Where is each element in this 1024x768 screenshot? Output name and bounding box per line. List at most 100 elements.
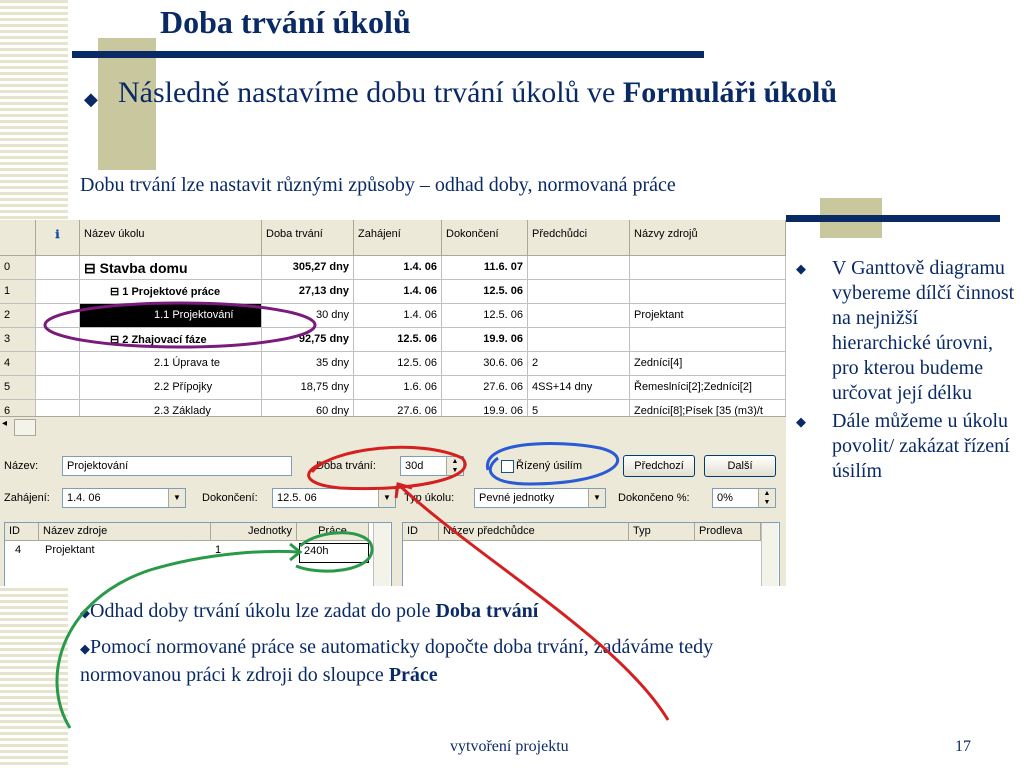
gantt-cell-info[interactable]: [36, 256, 80, 280]
gantt-cell-duration[interactable]: 305,27 dny: [262, 256, 354, 280]
gantt-cell-finish[interactable]: 11.6. 07: [442, 256, 528, 280]
pred-col-name[interactable]: Název předchůdce: [439, 523, 629, 541]
previous-button[interactable]: Předchozí: [623, 455, 695, 477]
gantt-cell-res[interactable]: Zedníci[4]: [630, 352, 786, 376]
slide-title: Doba trvání úkolů: [160, 4, 411, 40]
res-col-work[interactable]: Práce: [297, 523, 369, 541]
finish-date-field[interactable]: 12.5. 06 ▼: [272, 488, 396, 508]
gantt-cell-res[interactable]: [630, 280, 786, 304]
col-header-rownum[interactable]: [0, 220, 36, 256]
spinner-icon[interactable]: ▲ ▼: [446, 457, 463, 475]
effort-driven-label: Řízený úsilím: [516, 460, 583, 472]
task-form: Název: Projektování Doba trvání: 30d ▲ ▼ …: [0, 436, 786, 586]
next-button[interactable]: Další: [704, 455, 776, 477]
gantt-cell-pred[interactable]: [528, 280, 630, 304]
gantt-cell-pred[interactable]: [528, 328, 630, 352]
spinner-icon[interactable]: ▲ ▼: [758, 489, 775, 507]
res-col-name[interactable]: Název zdroje: [39, 523, 211, 541]
scrollbar-thumb[interactable]: [14, 419, 36, 436]
side-bullet: ◆ Dále můžeme u úkolu povolit/ zakázat ří…: [790, 409, 1020, 484]
col-header-resources[interactable]: Názvy zdrojů: [630, 220, 786, 256]
dropdown-arrow-icon[interactable]: ▼: [168, 489, 185, 507]
vertical-scrollbar[interactable]: [373, 523, 390, 586]
res-row-name[interactable]: Projektant: [41, 543, 99, 561]
gantt-cell-pred[interactable]: 2: [528, 352, 630, 376]
start-date-field[interactable]: 1.4. 06 ▼: [62, 488, 186, 508]
res-col-units[interactable]: Jednotky: [211, 523, 297, 541]
gantt-cell-res[interactable]: Projektant: [630, 304, 786, 328]
dropdown-arrow-icon[interactable]: ▼: [378, 489, 395, 507]
gantt-cell-duration[interactable]: 35 dny: [262, 352, 354, 376]
gantt-cell-info[interactable]: [36, 304, 80, 328]
col-header-predecessors[interactable]: Předchůdci: [528, 220, 630, 256]
pred-col-id[interactable]: ID: [403, 523, 439, 541]
gantt-cell-start[interactable]: 1.4. 06: [354, 280, 442, 304]
horizontal-scrollbar[interactable]: ◂: [0, 416, 786, 437]
note-2: ◆Pomocí normované práce se automaticky d…: [80, 634, 760, 689]
gantt-cell-name[interactable]: ⊟ Stavba domu: [80, 256, 262, 280]
col-header-start[interactable]: Zahájení: [354, 220, 442, 256]
gantt-cell-name[interactable]: ⊟ 1 Projektové práce: [80, 280, 262, 304]
res-col-id[interactable]: ID: [5, 523, 39, 541]
col-header-task-name[interactable]: Název úkolu: [80, 220, 262, 256]
bullet-bold-text: Formuláři úkolů: [622, 76, 838, 109]
gantt-cell-id[interactable]: 0: [0, 256, 36, 280]
col-header-finish[interactable]: Dokončení: [442, 220, 528, 256]
percent-complete-field[interactable]: 0% ▲ ▼: [712, 488, 776, 508]
pred-col-type[interactable]: Typ: [629, 523, 695, 541]
gantt-cell-name[interactable]: 2.1 Úprava te: [80, 352, 262, 376]
info-icon[interactable]: ℹ: [36, 220, 80, 256]
gantt-cell-id[interactable]: 1: [0, 280, 36, 304]
gantt-cell-res[interactable]: Řemeslníci[2];Zedníci[2]: [630, 376, 786, 400]
gantt-cell-pred[interactable]: 4SS+14 dny: [528, 376, 630, 400]
gantt-cell-id[interactable]: 3: [0, 328, 36, 352]
gantt-cell-info[interactable]: [36, 328, 80, 352]
gantt-cell-start[interactable]: 12.5. 06: [354, 352, 442, 376]
gantt-cell-id[interactable]: 4: [0, 352, 36, 376]
duration-field[interactable]: 30d ▲ ▼: [400, 456, 464, 476]
side-bullets: ◆ V Ganttově diagramu vybereme dílčí činn…: [790, 256, 1020, 487]
res-row-units[interactable]: 1: [211, 543, 225, 561]
gantt-cell-pred[interactable]: [528, 304, 630, 328]
work-field[interactable]: 240h: [299, 543, 369, 563]
finish-label: Dokončení:: [202, 492, 258, 504]
start-date-value: 1.4. 06: [67, 492, 101, 504]
gantt-cell-duration[interactable]: 30 dny: [262, 304, 354, 328]
gantt-cell-id[interactable]: 5: [0, 376, 36, 400]
col-header-duration[interactable]: Doba trvání: [262, 220, 354, 256]
gantt-cell-start[interactable]: 1.4. 06: [354, 304, 442, 328]
bottom-notes: ◆Odhad doby trvání úkolu lze zadat do po…: [80, 598, 760, 697]
gantt-cell-info[interactable]: [36, 280, 80, 304]
percent-complete-label: Dokončeno %:: [618, 492, 690, 504]
gantt-cell-res[interactable]: [630, 328, 786, 352]
gantt-cell-start[interactable]: 1.6. 06: [354, 376, 442, 400]
gantt-cell-id[interactable]: 2: [0, 304, 36, 328]
gantt-cell-info[interactable]: [36, 352, 80, 376]
gantt-cell-res[interactable]: [630, 256, 786, 280]
gantt-cell-finish[interactable]: 12.5. 06: [442, 280, 528, 304]
gantt-cell-info[interactable]: [36, 376, 80, 400]
effort-driven-checkbox[interactable]: [501, 460, 514, 473]
pred-col-lag[interactable]: Prodleva: [695, 523, 761, 541]
gantt-cell-pred[interactable]: [528, 256, 630, 280]
gantt-cell-finish[interactable]: 30.6. 06: [442, 352, 528, 376]
vertical-scrollbar[interactable]: [761, 523, 778, 586]
footer-text: vytvoření projektu: [450, 738, 569, 755]
scroll-left-icon[interactable]: ◂: [2, 418, 7, 429]
gantt-cell-start[interactable]: 1.4. 06: [354, 256, 442, 280]
task-type-label: Typ úkolu:: [404, 492, 455, 504]
gantt-cell-finish[interactable]: 12.5. 06: [442, 304, 528, 328]
gantt-cell-finish[interactable]: 27.6. 06: [442, 376, 528, 400]
gantt-cell-finish[interactable]: 19.9. 06: [442, 328, 528, 352]
task-type-select[interactable]: Pevné jednotky ▼: [474, 488, 606, 508]
gantt-cell-name[interactable]: ⊟ 2 Zhajovací fáze: [80, 328, 262, 352]
gantt-cell-name[interactable]: 1.1 Projektování: [80, 304, 262, 328]
task-type-value: Pevné jednotky: [479, 492, 555, 504]
task-name-field[interactable]: Projektování: [62, 456, 292, 476]
gantt-cell-start[interactable]: 12.5. 06: [354, 328, 442, 352]
gantt-cell-duration[interactable]: 18,75 dny: [262, 376, 354, 400]
dropdown-arrow-icon[interactable]: ▼: [588, 489, 605, 507]
gantt-cell-name[interactable]: 2.2 Přípojky: [80, 376, 262, 400]
gantt-cell-duration[interactable]: 27,13 dny: [262, 280, 354, 304]
gantt-cell-duration[interactable]: 92,75 dny: [262, 328, 354, 352]
